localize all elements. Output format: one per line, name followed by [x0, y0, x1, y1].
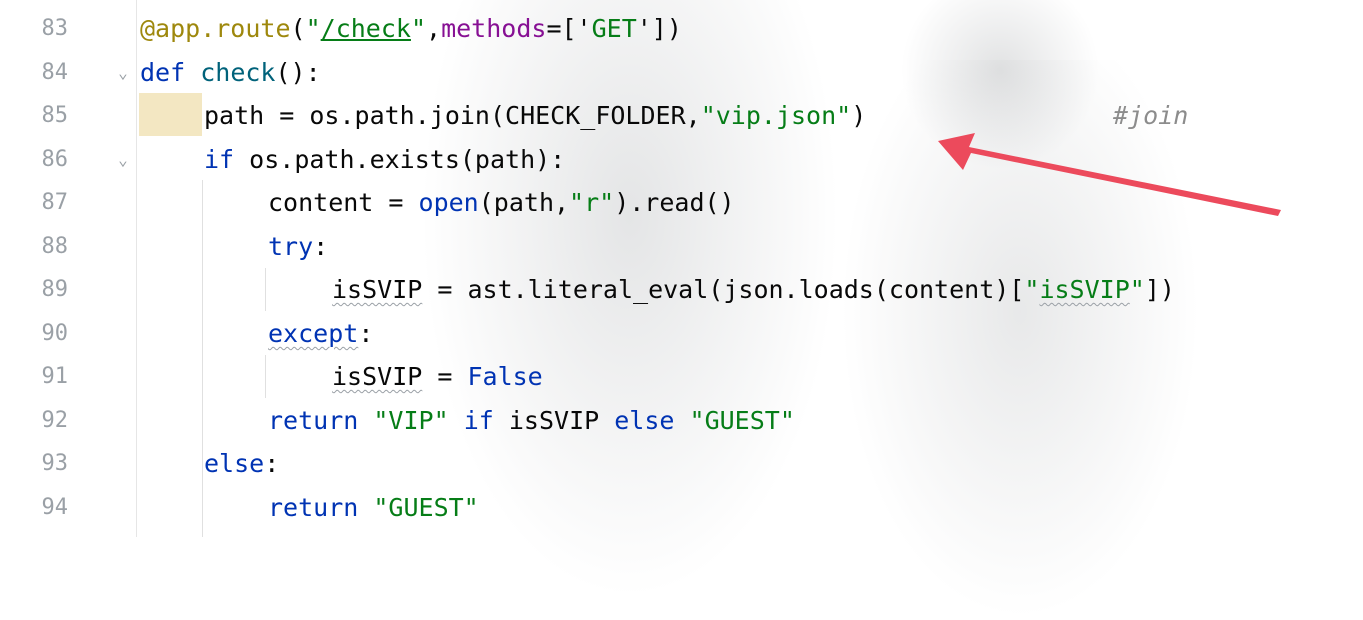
annotation-arrow [938, 133, 1281, 216]
